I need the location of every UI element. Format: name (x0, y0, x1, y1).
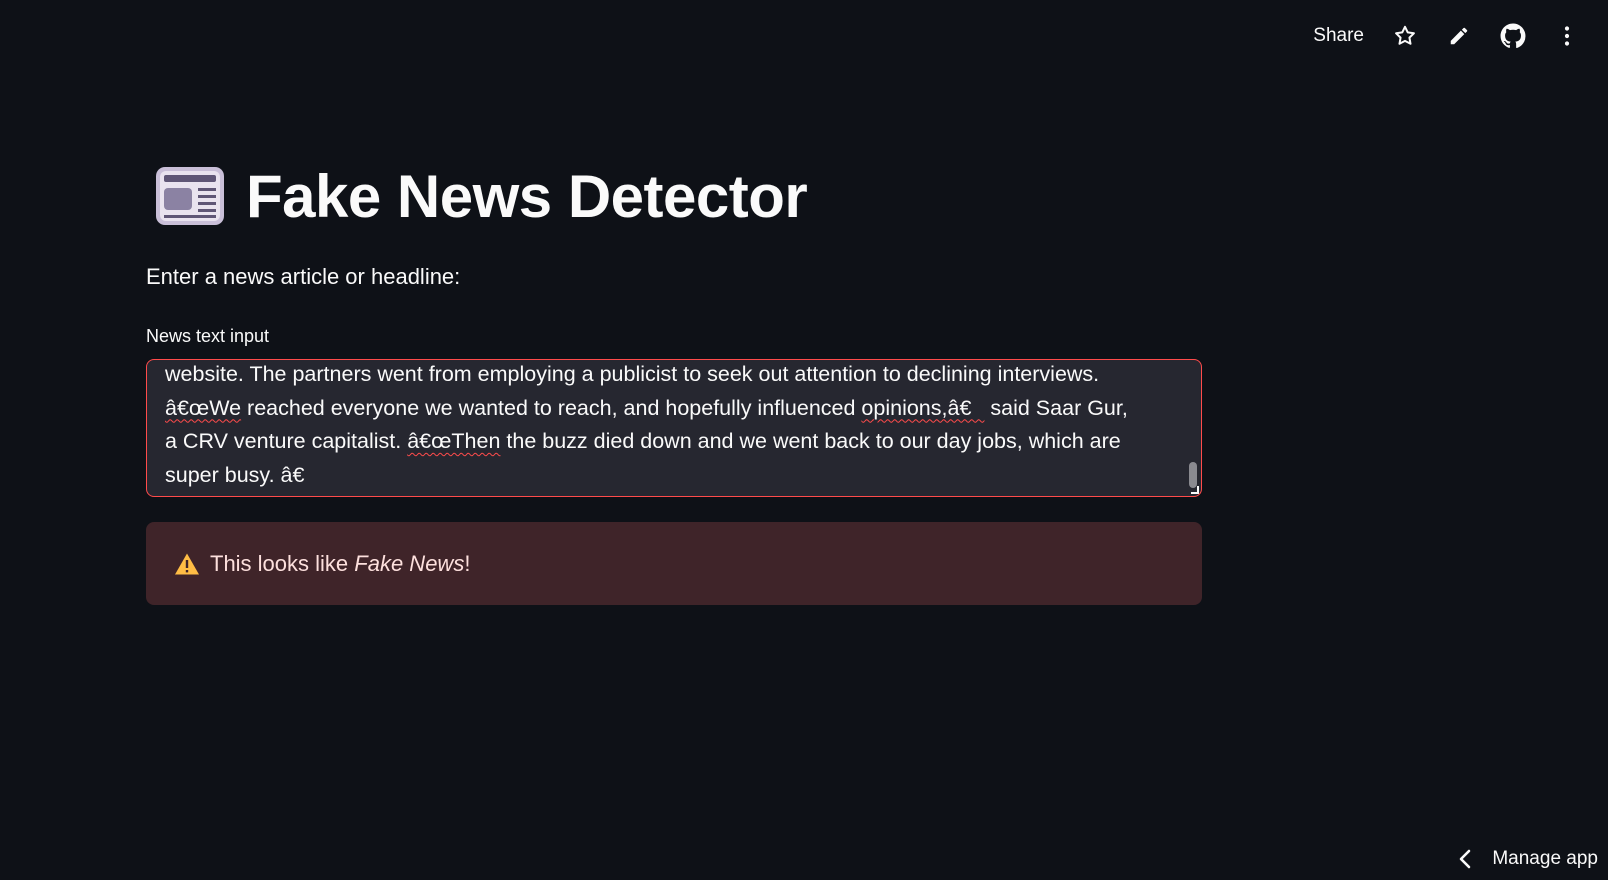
news-text-value[interactable]: website. The partners went from employin… (165, 360, 1175, 492)
main-content: Fake News Detector Enter a news article … (146, 150, 1202, 605)
news-text-input[interactable]: website. The partners went from employin… (146, 359, 1202, 497)
manage-app-button[interactable]: Manage app (1458, 848, 1598, 870)
more-vertical-icon (1564, 26, 1570, 46)
instruction-text: Enter a news article or headline: (146, 264, 461, 289)
warning-icon (174, 552, 200, 576)
chevron-left-icon (1460, 849, 1471, 869)
github-icon (1500, 23, 1526, 49)
page-header: Fake News Detector (146, 150, 1202, 242)
alert-text-suffix: ! (464, 550, 471, 576)
main-menu-button[interactable] (1540, 14, 1594, 58)
alert-text-emphasis: Fake News (354, 550, 465, 576)
github-button[interactable] (1486, 14, 1540, 58)
textarea-scrollbar[interactable] (1189, 462, 1197, 488)
misspelled-word: â€œWe (165, 395, 242, 420)
fake-news-alert: This looks like Fake News! (146, 522, 1202, 605)
input-line-4: super busy. â€ (165, 462, 318, 487)
alert-message: This looks like Fake News! (210, 551, 470, 577)
star-button[interactable] (1378, 14, 1432, 58)
newspaper-icon (154, 163, 226, 229)
news-input-label: News text input (146, 326, 270, 346)
alert-text-prefix: This looks like (210, 550, 355, 576)
input-line-2: â€œWe reached everyone we wanted to reac… (165, 395, 1128, 420)
app-root: Share Fake News Detector Enter a news ar… (0, 0, 1608, 880)
misspelled-word: â€œThen (407, 429, 501, 453)
input-line-1: website. The partners went from employin… (165, 362, 1100, 386)
manage-app-label: Manage app (1492, 848, 1598, 869)
pencil-icon (1450, 27, 1468, 45)
misspelled-word: opinions,â€ (861, 395, 985, 420)
textarea-resize-handle[interactable] (1191, 486, 1199, 494)
top-toolbar: Share (1299, 0, 1608, 72)
input-line-3: a CRV venture capitalist. â€œThen the bu… (165, 429, 1121, 453)
star-icon (1395, 25, 1415, 45)
edit-button[interactable] (1432, 14, 1486, 58)
page-title: Fake News Detector (246, 162, 808, 230)
share-button[interactable]: Share (1299, 17, 1378, 55)
